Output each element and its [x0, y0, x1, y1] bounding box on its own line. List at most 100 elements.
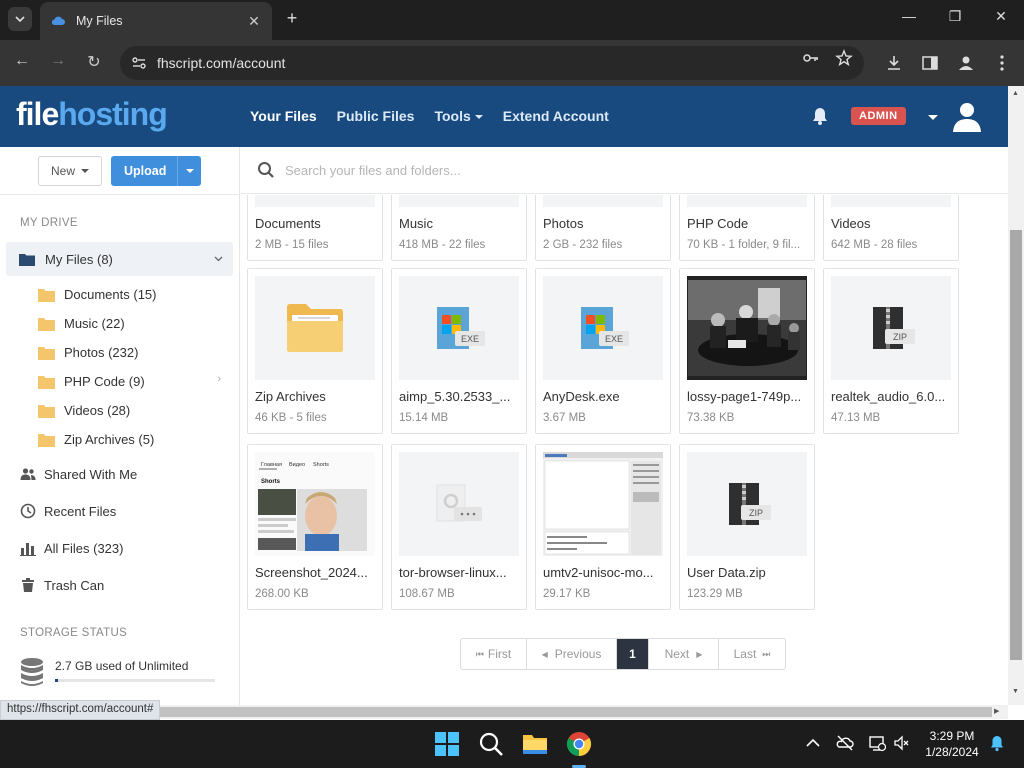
network-icon[interactable]: [868, 734, 886, 752]
sidebar-item-trash[interactable]: Trash Can: [20, 577, 104, 593]
nav-tools[interactable]: Tools: [434, 108, 483, 124]
account-dropdown-caret-icon[interactable]: [928, 115, 938, 120]
file-card[interactable]: ZIP realtek_audio_6.0... 47.13 MB: [823, 268, 959, 434]
file-card[interactable]: umtv2-unisoc-mo... 29.17 KB: [535, 444, 671, 610]
admin-badge[interactable]: ADMIN: [851, 107, 906, 125]
sidebar-folder-videos[interactable]: Videos (28): [38, 403, 130, 418]
folder-card[interactable]: Photos 2 GB - 232 files: [535, 195, 671, 261]
search-icon[interactable]: [477, 730, 505, 758]
folder-card[interactable]: PHP Code 70 KB - 1 folder, 9 fil...: [679, 195, 815, 261]
browser-tab[interactable]: My Files ✕: [40, 2, 272, 40]
sidebar-folder-label: Music (22): [64, 316, 125, 331]
folder-thumbnail: [255, 195, 375, 207]
caret-right-icon: ▶: [696, 649, 703, 659]
file-card[interactable]: EXE AnyDesk.exe 3.67 MB: [535, 268, 671, 434]
folder-card[interactable]: Documents 2 MB - 15 files: [247, 195, 383, 261]
new-button-label: New: [50, 164, 75, 178]
sidebar-folder-documents[interactable]: Documents (15): [38, 287, 156, 302]
sidebar-folder-photos[interactable]: Photos (232): [38, 345, 138, 360]
chevron-down-icon[interactable]: [214, 256, 223, 262]
speaker-muted-icon[interactable]: [893, 734, 911, 752]
pagination-current-page[interactable]: 1: [617, 639, 649, 669]
file-card[interactable]: tor-browser-linux... 108.67 MB: [391, 444, 527, 610]
logo-text-file: file: [16, 96, 59, 132]
sidebar-item-my-files[interactable]: My Files (8): [6, 242, 233, 276]
folder-thumbnail: [831, 195, 951, 207]
pagination-last[interactable]: Last ⏭: [719, 639, 785, 669]
sidebar-folder-zip-archives[interactable]: Zip Archives (5): [38, 432, 154, 447]
users-icon: [20, 468, 36, 480]
upload-dropdown-toggle[interactable]: [177, 156, 201, 186]
reload-icon[interactable]: ↻: [83, 52, 105, 72]
clock-time: 3:29 PM: [929, 729, 975, 743]
file-card[interactable]: EXE aimp_5.30.2533_... 15.14 MB: [391, 268, 527, 434]
file-meta: 70 KB - 1 folder, 9 fil...: [687, 239, 801, 251]
chevron-up-icon[interactable]: [804, 734, 822, 752]
onedrive-cloud-icon[interactable]: [836, 734, 854, 752]
sidebar-item-recent[interactable]: Recent Files: [20, 503, 116, 519]
address-bar[interactable]: fhscript.com/account: [120, 46, 864, 80]
scroll-up-icon[interactable]: ▲: [1012, 90, 1019, 97]
caret-down-icon: [474, 115, 483, 120]
sidebar: New Upload MY DRIVE My Files (8) Documen…: [0, 147, 240, 705]
file-explorer-icon[interactable]: [521, 730, 549, 758]
user-avatar-icon[interactable]: [950, 99, 984, 133]
chrome-icon[interactable]: [565, 730, 593, 758]
file-name: Music: [399, 216, 433, 231]
scroll-right-icon[interactable]: ▶: [994, 707, 999, 715]
file-card[interactable]: lossy-page1-749p... 73.38 KB: [679, 268, 815, 434]
download-icon[interactable]: [885, 54, 903, 72]
more-menu-icon[interactable]: [993, 54, 1011, 72]
close-window-button[interactable]: ✕: [989, 8, 1013, 25]
notification-bell-icon[interactable]: [810, 106, 830, 126]
search-icon: [258, 162, 274, 178]
site-logo[interactable]: filehosting: [16, 96, 168, 133]
sidebar-folder-php-code[interactable]: PHP Code (9): [38, 374, 145, 389]
forward-icon[interactable]: →: [47, 52, 69, 70]
upload-button-label: Upload: [124, 164, 167, 178]
sidebar-item-shared[interactable]: Shared With Me: [20, 466, 137, 482]
notification-bell-icon[interactable]: [988, 734, 1006, 752]
pagination-next[interactable]: Next ▶: [649, 639, 719, 669]
upload-button[interactable]: Upload: [111, 156, 201, 186]
search-input[interactable]: [285, 162, 885, 178]
key-icon[interactable]: [802, 49, 820, 67]
vertical-scrollbar-thumb[interactable]: [1010, 230, 1022, 660]
exe-badge: EXE: [605, 334, 623, 344]
folder-card[interactable]: Videos 642 MB - 28 files: [823, 195, 959, 261]
caret-down-icon: [81, 169, 89, 173]
profile-icon[interactable]: [957, 54, 975, 72]
nav-extend-account[interactable]: Extend Account: [503, 108, 609, 124]
minimize-button[interactable]: —: [897, 8, 921, 24]
folder-open-icon: [19, 254, 35, 266]
nav-public-files[interactable]: Public Files: [337, 108, 415, 124]
tab-close-icon[interactable]: ✕: [246, 13, 262, 30]
side-panel-icon[interactable]: [921, 54, 939, 72]
sidebar-folder-music[interactable]: Music (22): [38, 316, 125, 331]
folder-card[interactable]: Zip Archives 46 KB - 5 files: [247, 268, 383, 434]
pagination-previous[interactable]: ◀ Previous: [527, 639, 617, 669]
tab-search-button[interactable]: [8, 7, 32, 31]
file-card[interactable]: Главная Видео Shorts Shorts Screenshot_2…: [247, 444, 383, 610]
sidebar-item-all-files[interactable]: All Files (323): [20, 540, 123, 556]
file-name: Screenshot_2024...: [255, 565, 368, 580]
windows-start-icon[interactable]: [433, 730, 461, 758]
nav-your-files[interactable]: Your Files: [250, 108, 317, 124]
chevron-right-icon[interactable]: ›: [217, 373, 221, 385]
restore-button[interactable]: ❐: [943, 8, 967, 25]
browser-toolbar: ← → ↻ fhscript.com/account: [0, 40, 1024, 86]
file-card[interactable]: ZIP User Data.zip 123.29 MB: [679, 444, 815, 610]
pagination-first[interactable]: ⏮ First: [461, 639, 527, 669]
folder-icon: [38, 404, 55, 418]
new-button[interactable]: New: [38, 156, 102, 186]
status-bar-url: https://fhscript.com/account#: [0, 700, 161, 720]
back-icon[interactable]: ←: [11, 52, 33, 70]
new-tab-button[interactable]: +: [282, 8, 302, 29]
bookmark-star-icon[interactable]: [835, 49, 853, 67]
image-thumbnail: Главная Видео Shorts Shorts: [255, 452, 375, 556]
folder-card[interactable]: Music 418 MB - 22 files: [391, 195, 527, 261]
folder-icon: [38, 288, 55, 302]
site-settings-icon[interactable]: [130, 54, 148, 72]
system-clock[interactable]: 3:29 PM 1/28/2024: [920, 728, 984, 760]
scroll-down-icon[interactable]: ▼: [1012, 688, 1019, 695]
